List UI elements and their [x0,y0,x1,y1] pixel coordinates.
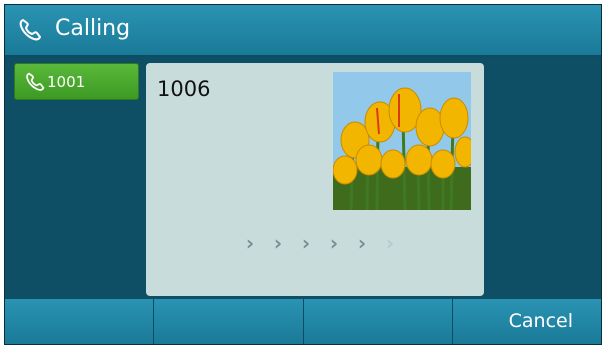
callee-number: 1006 [157,77,211,101]
title-bar: Calling [5,5,601,57]
phone-handset-icon [26,72,45,91]
line-key-1001[interactable]: 1001 [14,63,139,100]
softkey-2[interactable] [154,299,304,344]
progress-chevron-icon: › [273,231,283,255]
progress-chevron-icon: › [245,231,255,255]
progress-chevron-icon: › [357,231,367,255]
progress-chevron-icon: › [329,231,339,255]
call-card: 1006 › › › › › › [146,63,484,296]
page-title: Calling [55,16,131,41]
softkey-3[interactable] [303,299,453,344]
line-label: 1001 [47,73,86,91]
softkey-1[interactable] [5,299,155,344]
phone-screen: Calling 1001 1006 › › › › › › Cancel [4,4,602,345]
call-progress-indicator: › › › › › › [236,231,404,255]
cancel-button[interactable]: Cancel [452,299,601,344]
tulips-image [333,72,471,210]
progress-chevron-icon: › [301,231,311,255]
progress-chevron-icon: › [385,231,395,255]
softkey-bar: Cancel [5,299,601,344]
phone-handset-icon [19,19,41,41]
contact-photo [333,72,471,210]
cancel-label: Cancel [508,310,573,332]
